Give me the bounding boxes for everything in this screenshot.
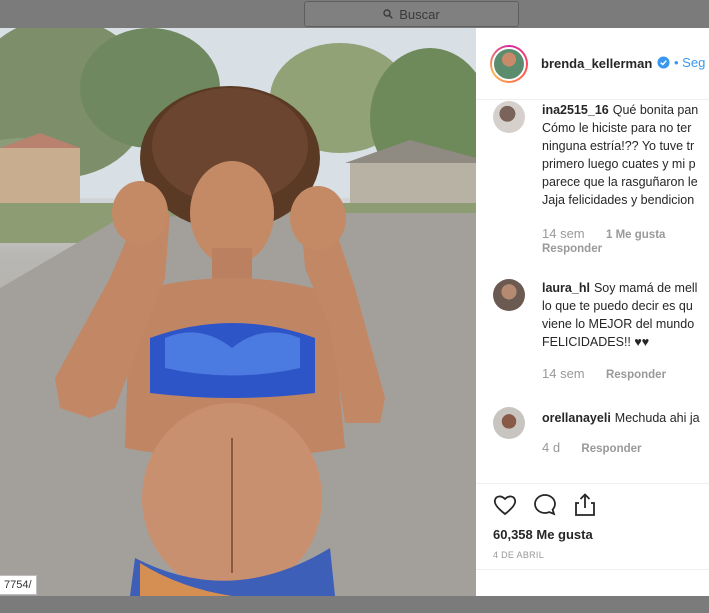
post-date[interactable]: 4 DE ABRIL — [493, 550, 544, 560]
reply-button[interactable]: Responder — [606, 369, 666, 381]
comment-icon[interactable] — [532, 492, 558, 518]
search-icon — [383, 9, 394, 19]
post-details-panel: brenda_kellerman • Seg ina2515_16 Qué bon… — [476, 28, 709, 596]
author-avatar-image — [492, 47, 526, 81]
reply-button[interactable]: Responder — [581, 443, 641, 455]
reply-button[interactable]: Responder — [542, 243, 602, 255]
post-photo[interactable] — [0, 28, 476, 596]
comment-line: viene lo MEJOR del mundo — [542, 317, 695, 331]
comment-item: ina2515_16 Qué bonita pan Cómo le hiciste… — [476, 101, 709, 261]
comment-line: Soy mamá de mell — [593, 281, 698, 295]
comment-time[interactable]: 14 sem — [542, 366, 585, 381]
follow-label: Seg — [682, 55, 706, 70]
post-photo-illustration — [0, 28, 476, 596]
comment-item: orellanayeli Mechuda ahi ja 4 d Responder — [476, 407, 709, 467]
likes-count[interactable]: 60,358 Me gusta — [493, 527, 593, 542]
commenter-username[interactable]: orellanayeli — [542, 411, 611, 425]
comment-likes[interactable]: 1 Me gusta — [606, 229, 665, 241]
comment-text: ina2515_16 Qué bonita pan Cómo le hiciste… — [542, 101, 709, 209]
commenter-avatar[interactable] — [493, 101, 525, 133]
comment-item: laura_hl Soy mamá de mell lo que te puedo… — [476, 279, 709, 389]
comment-meta: 14 sem Responder — [542, 366, 666, 381]
comment-time[interactable]: 14 sem — [542, 226, 585, 241]
comment-line: Mechuda ahi ja — [614, 411, 700, 425]
comment-line: Jaja felicidades y bendicion — [542, 193, 695, 207]
commenter-username[interactable]: ina2515_16 — [542, 103, 609, 117]
comment-meta: 14 sem 1 Me gusta Responder — [542, 226, 665, 255]
follow-button[interactable]: • Seg — [674, 55, 705, 70]
comment-line: Qué bonita pan — [612, 103, 699, 117]
post-header: brenda_kellerman • Seg — [476, 28, 709, 100]
search-placeholder: Buscar — [399, 6, 440, 22]
author-avatar[interactable] — [490, 45, 528, 83]
comment-line: lo que te puedo decir es qu — [542, 299, 693, 313]
commenter-username[interactable]: laura_hl — [542, 281, 590, 295]
comment-text: laura_hl Soy mamá de mell lo que te puedo… — [542, 279, 709, 351]
comment-line: parece que la rasguñaron le — [542, 175, 698, 189]
post-actions: 60,358 Me gusta 4 DE ABRIL — [476, 483, 709, 596]
url-fragment: 7754/ — [0, 575, 37, 595]
comment-line: FELICIDADES!! ♥♥ — [542, 335, 650, 349]
comment-line: Cómo le hiciste para no ter — [542, 121, 692, 135]
comment-meta: 4 d Responder — [542, 440, 642, 455]
comment-text: orellanayeli Mechuda ahi ja — [542, 409, 709, 427]
heart-icon[interactable] — [492, 492, 518, 518]
commenter-avatar[interactable] — [493, 407, 525, 439]
comment-line: ninguna estría!?? Yo tuve tr — [542, 139, 695, 153]
author-username[interactable]: brenda_kellerman — [541, 56, 652, 71]
comment-time[interactable]: 4 d — [542, 440, 560, 455]
verified-icon — [657, 56, 670, 69]
commenter-avatar[interactable] — [493, 279, 525, 311]
divider — [476, 569, 709, 570]
comments-list: ina2515_16 Qué bonita pan Cómo le hiciste… — [476, 101, 709, 481]
share-icon[interactable] — [572, 492, 598, 518]
search-input[interactable]: Buscar — [304, 1, 519, 27]
bottom-strip — [0, 596, 709, 613]
comment-line: primero luego cuates y mi p — [542, 157, 696, 171]
top-bar: Buscar — [0, 0, 709, 28]
